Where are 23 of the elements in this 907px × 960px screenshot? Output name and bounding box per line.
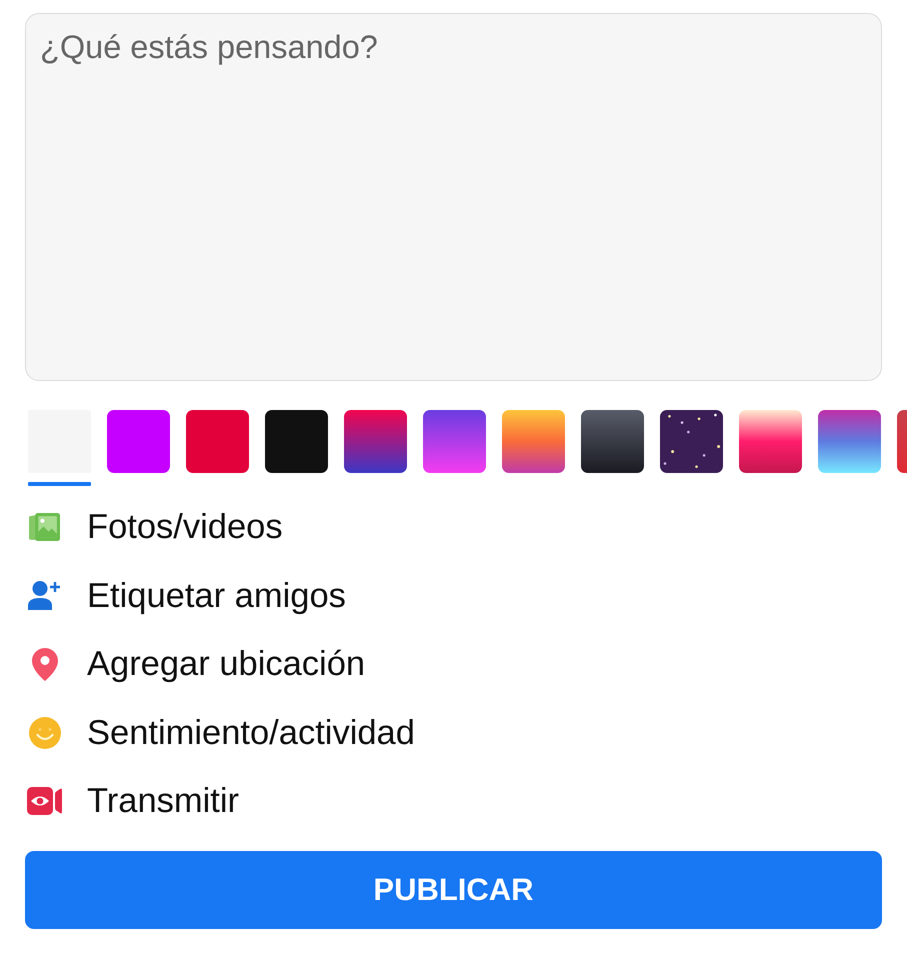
background-swatch[interactable] [739, 410, 802, 473]
background-swatch[interactable] [265, 410, 328, 473]
background-swatch[interactable] [660, 410, 723, 473]
composer-option[interactable]: Agregar ubicación [27, 644, 366, 684]
background-swatch[interactable] [502, 410, 565, 473]
photos-icon [29, 513, 60, 541]
location-pin-icon [32, 648, 58, 680]
composer-option[interactable]: Transmitir [27, 781, 240, 821]
composer-option[interactable]: Etiquetar amigos [27, 576, 346, 616]
background-swatch[interactable] [186, 410, 249, 473]
background-swatch[interactable] [344, 410, 407, 473]
background-swatch[interactable] [818, 410, 881, 473]
post-text-field[interactable]: ¿Qué estás pensando? [25, 13, 882, 381]
composer-option[interactable]: Sentimiento/actividad [27, 712, 415, 752]
composer-option[interactable]: Fotos/videos [27, 507, 283, 547]
background-swatch[interactable] [107, 410, 170, 473]
background-swatch[interactable] [581, 410, 644, 473]
add-person-icon [28, 581, 61, 610]
publish-button[interactable]: PUBLICAR [25, 851, 882, 929]
smiley-icon [28, 716, 60, 748]
background-swatch[interactable] [897, 410, 907, 473]
video-camera-icon [27, 787, 62, 815]
background-swatch[interactable] [423, 410, 486, 473]
